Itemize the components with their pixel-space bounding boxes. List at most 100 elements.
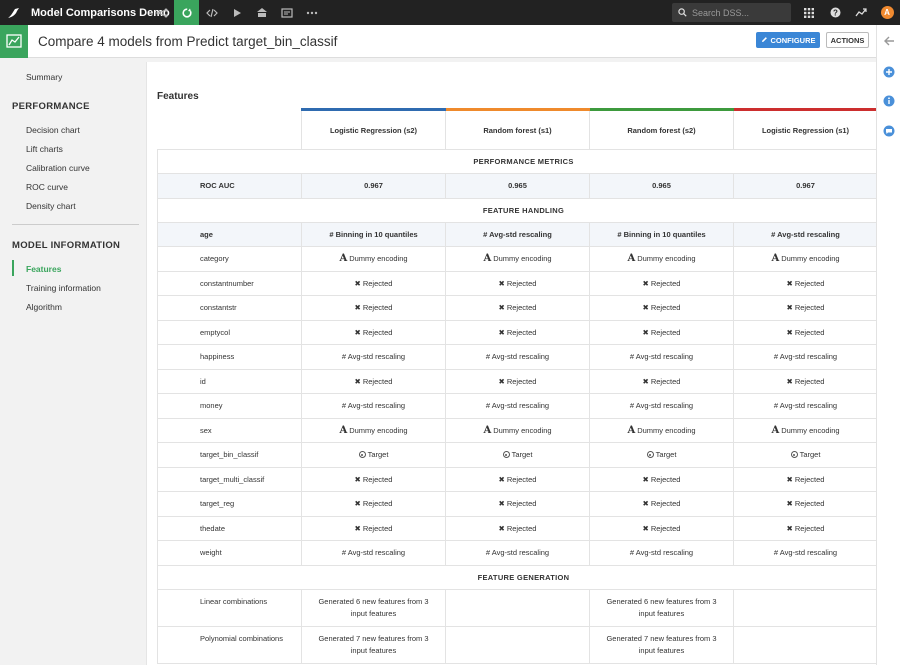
page-title: Compare 4 models from Predict target_bin… — [38, 33, 338, 49]
metric-cell: 0.967 — [301, 173, 446, 199]
sidebar-item-decision-chart[interactable]: Decision chart — [26, 125, 80, 135]
chat-bubble-icon[interactable] — [882, 124, 896, 138]
dss-logo-icon[interactable] — [0, 0, 27, 25]
help-icon[interactable]: ? — [822, 0, 848, 25]
sidebar-item-features[interactable]: Features — [26, 264, 61, 274]
feature-row: thedate ✖ Rejected ✖ Rejected ✖ Rejected ✖ Rejec… — [157, 515, 876, 541]
rejected-x-icon: ✖ — [786, 303, 793, 313]
feature-name: happiness — [157, 344, 302, 370]
feature-name: sex — [157, 417, 302, 443]
avatar-letter: A — [880, 6, 894, 19]
target-icon — [790, 451, 798, 459]
target-icon — [502, 451, 510, 459]
generation-row: Polynomial combinations Generated 7 new f… — [157, 625, 876, 664]
model-column-header[interactable]: Random forest (s2) — [589, 108, 734, 150]
feature-name: category — [157, 246, 302, 272]
configure-button[interactable]: CONFIGURE — [756, 32, 820, 48]
feature-handling-cell: ✖ Rejected — [589, 515, 734, 541]
feature-handling-cell: # Avg-std rescaling — [589, 393, 734, 419]
more-icon[interactable] — [299, 0, 324, 25]
notebook-icon[interactable] — [274, 0, 299, 25]
activity-trend-icon[interactable] — [848, 0, 874, 25]
handling-label: # Avg-std rescaling — [341, 352, 406, 362]
feature-handling-heading: FEATURE HANDLING — [157, 197, 876, 223]
configure-label: CONFIGURE — [770, 35, 816, 45]
rejected-x-icon: ✖ — [786, 327, 793, 337]
metric-cell: 0.967 — [733, 173, 876, 199]
model-column-header[interactable]: Random forest (s1) — [445, 108, 590, 150]
plus-circle-icon[interactable] — [882, 65, 896, 79]
sidebar-item-calibration-curve[interactable]: Calibration curve — [26, 163, 90, 173]
search-box[interactable] — [672, 3, 791, 22]
handling-label: Rejected — [794, 376, 825, 386]
section-row: FEATURE GENERATION — [157, 564, 876, 590]
rejected-x-icon: ✖ — [642, 303, 649, 313]
categorical-a-icon: A — [339, 424, 348, 436]
handling-label: Rejected — [794, 499, 825, 509]
model-column-header[interactable]: Logistic Regression (s2) — [301, 108, 446, 150]
feature-handling-cell: # Avg-std rescaling — [445, 393, 590, 419]
apps-grid-icon[interactable] — [796, 0, 822, 25]
code-icon[interactable] — [199, 0, 224, 25]
rejected-x-icon: ✖ — [642, 327, 649, 337]
handling-label: Rejected — [650, 376, 681, 386]
active-indicator — [12, 260, 14, 276]
feature-handling-cell: # Avg-std rescaling — [445, 221, 590, 247]
feature-handling-cell: ✖ Rejected — [733, 319, 876, 345]
play-icon[interactable] — [224, 0, 249, 25]
handling-label: # Avg-std rescaling — [629, 352, 694, 362]
handling-label: Target — [655, 450, 677, 460]
feature-handling-cell: ✖ Rejected — [301, 319, 446, 345]
handling-label: Rejected — [794, 278, 825, 288]
info-circle-icon[interactable] — [882, 94, 896, 108]
handling-label: # Binning in 10 quantiles — [617, 229, 706, 239]
feature-handling-cell: ✖ Rejected — [445, 319, 590, 345]
search-input[interactable] — [692, 7, 788, 18]
handling-label: Dummy encoding — [637, 425, 696, 435]
feature-handling-cell: # Avg-std rescaling — [589, 344, 734, 370]
rejected-x-icon: ✖ — [642, 523, 649, 533]
model-column-header[interactable]: Logistic Regression (s1) — [733, 108, 876, 150]
section-row: FEATURE HANDLING — [157, 197, 876, 223]
user-avatar[interactable]: A — [874, 0, 900, 25]
flow-icon[interactable] — [149, 0, 174, 25]
handling-label: # Avg-std rescaling — [341, 401, 406, 411]
sidebar-item-training-information[interactable]: Training information — [26, 283, 101, 293]
feature-row: money # Avg-std rescaling # Avg-std rescal… — [157, 393, 876, 419]
feature-handling-cell: Target — [589, 442, 734, 468]
rejected-x-icon: ✖ — [354, 376, 361, 386]
sidebar-item-density-chart[interactable]: Density chart — [26, 201, 76, 211]
dashboard-icon[interactable] — [249, 0, 274, 25]
feature-handling-cell: A Dummy encoding — [445, 246, 590, 272]
rejected-x-icon: ✖ — [498, 303, 505, 313]
project-name[interactable]: Model Comparisons Demo — [31, 7, 170, 19]
feature-handling-cell: # Avg-std rescaling — [733, 393, 876, 419]
feature-handling-cell: # Avg-std rescaling — [589, 540, 734, 566]
sidebar-item-lift-charts[interactable]: Lift charts — [26, 144, 63, 154]
feature-handling-cell: Target — [733, 442, 876, 468]
sidebar-item-roc-curve[interactable]: ROC curve — [26, 182, 68, 192]
feature-name: constantnumber — [157, 270, 302, 296]
handling-label: Dummy encoding — [349, 254, 408, 264]
roc-auc-row: ROC AUC 0.967 0.965 0.965 0.967 — [157, 173, 876, 199]
handling-label: # Avg-std rescaling — [773, 548, 838, 558]
categorical-a-icon: A — [627, 424, 636, 436]
feature-handling-cell: # Avg-std rescaling — [301, 344, 446, 370]
search-icon — [678, 4, 687, 22]
rejected-x-icon: ✖ — [354, 499, 361, 509]
categorical-a-icon: A — [771, 253, 780, 265]
generation-cell: Generated 7 new features from 3 input fe… — [301, 625, 446, 664]
handling-label: Rejected — [506, 327, 537, 337]
refresh-icon[interactable] — [174, 0, 199, 25]
sidebar-item-summary[interactable]: Summary — [26, 72, 62, 82]
rejected-x-icon: ✖ — [786, 523, 793, 533]
arrow-left-icon[interactable] — [882, 34, 896, 48]
categorical-a-icon: A — [483, 253, 492, 265]
metric-cell: 0.965 — [445, 173, 590, 199]
rejected-x-icon: ✖ — [642, 376, 649, 386]
sidebar-item-algorithm[interactable]: Algorithm — [26, 302, 62, 312]
feature-handling-cell: Target — [445, 442, 590, 468]
actions-button[interactable]: ACTIONS — [826, 32, 869, 48]
feature-handling-cell: # Avg-std rescaling — [301, 393, 446, 419]
generation-row: Linear combinations Generated 6 new featu… — [157, 588, 876, 627]
